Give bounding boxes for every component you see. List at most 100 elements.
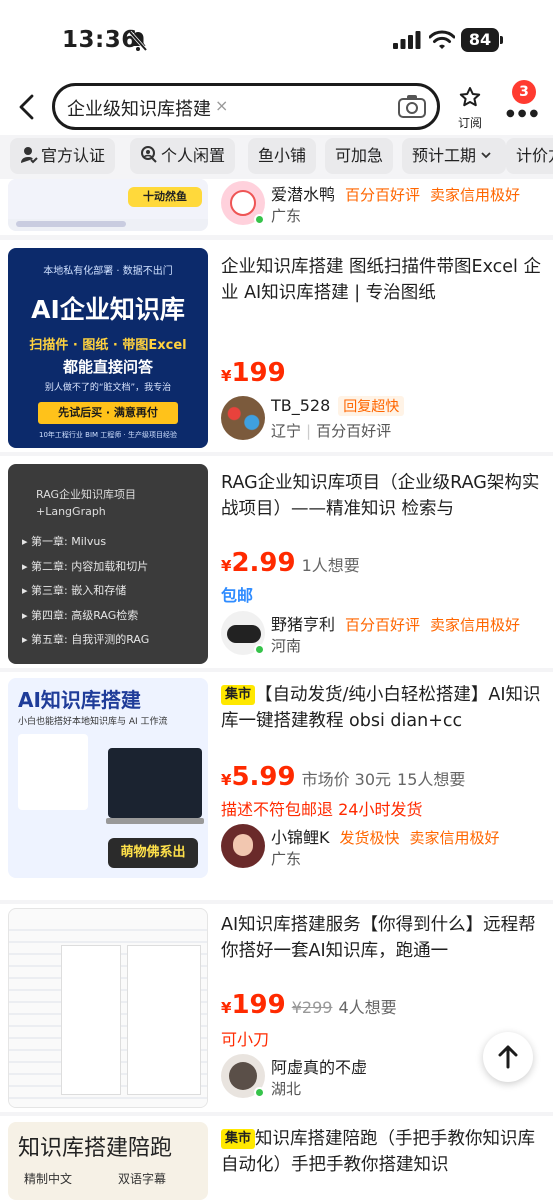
currency-symbol: ¥ (221, 557, 232, 575)
seller-tag: 卖家信用极好 (430, 186, 521, 204)
seller-tag: 回复超快 (338, 396, 405, 416)
seller-name: TB_528 回复超快 (271, 396, 405, 416)
thumbnail-title: RAG企业知识库项目 +LangGraph (36, 488, 137, 518)
currency-symbol: ¥ (221, 367, 232, 385)
seller-name: 阿虚真的不虚 (271, 1058, 368, 1077)
battery-indicator: 84 (461, 28, 503, 52)
filter-duration[interactable]: 预计工期 (402, 138, 507, 174)
status-bar: 13:36 84 (0, 0, 553, 80)
service-tags: 描述不符包邮退 24小时发货 (221, 800, 423, 819)
filter-label: 鱼小铺 (258, 146, 307, 165)
filter-urgent[interactable]: 可加急 (325, 138, 394, 174)
clock: 13:36 (62, 27, 138, 53)
price-value: 2.99 (231, 548, 296, 578)
back-to-top-button[interactable] (483, 1032, 533, 1082)
filter-pricing[interactable]: 计价方 (506, 138, 553, 174)
free-shipping-tag: 包邮 (221, 586, 254, 605)
item-title[interactable]: RAG企业知识库项目（企业级RAG架构实战项目）——精准知识 检索与 (221, 470, 547, 522)
item-thumbnail: RAG企业知识库项目 +LangGraph ▸ 第一章: Milvus ▸ 第二… (8, 464, 208, 664)
thumbnail-label: 十动然鱼 (128, 187, 202, 207)
seller-location: 辽宁 | 百分百好评 (271, 422, 392, 440)
market-badge: 集市 (221, 1129, 256, 1149)
chevron-down-icon (481, 152, 491, 159)
item-title[interactable]: 集市 【自动发货/纯小白轻松搭建】AI知识库一键搭建教程 obsi dian+cc (221, 682, 547, 734)
chapter-text: 第二章: 内容加载和切片 (31, 559, 149, 573)
price-value: 5.99 (231, 762, 296, 792)
seller-tag: 卖家信用极好 (430, 616, 521, 634)
title-text: 【自动发货/纯小白轻松搭建】AI知识库一键搭建教程 obsi dian+cc (221, 685, 541, 731)
item-title[interactable]: AI知识库搭建服务【你得到什么】远程帮你搭好一套AI知识库，跑通一 (221, 912, 547, 964)
avatar (221, 396, 265, 440)
filter-label: 预计工期 (412, 146, 477, 165)
seller-name: 小锦鲤K 发货极快 卖家信用极好 (271, 824, 500, 848)
thumbnail-text: 都能直接问答 (62, 358, 153, 376)
thumbnail-text: 10年工程行业 BIM 工程师 · 生产级项目经验 (39, 431, 177, 439)
arrow-up-icon (498, 1045, 518, 1069)
seller-location: 广东 (271, 850, 302, 868)
back-arrow-icon[interactable] (14, 92, 40, 122)
thumbnail-text: 本地私有化部署 · 数据不出门 (43, 266, 173, 277)
item-thumbnail (8, 908, 208, 1108)
want-count: 15人想要 (397, 770, 466, 789)
item-price: ¥199 ¥299 4人想要 (221, 990, 397, 1020)
clear-icon[interactable]: × (215, 96, 228, 115)
chapter-text: 第五章: 自我评测的RAG (31, 633, 150, 646)
seller-location: 广东 (271, 207, 302, 225)
item-thumbnail: AI知识库搭建 小白也能搭好本地知识库与 AI 工作流 萌物佛系出 (8, 678, 208, 878)
item-price: ¥199 (221, 358, 286, 388)
seller-tag: 发货极快 (339, 829, 400, 847)
more-dots-icon: ●●● (506, 108, 542, 119)
original-price: ¥299 (291, 998, 333, 1017)
item-title[interactable]: 集市 知识库搭建陪跑（手把手教你知识库自动化）手把手教你搭建知识 (221, 1126, 547, 1178)
subscribe-button[interactable]: 订阅 (452, 86, 488, 131)
list-item[interactable]: 知识库搭建陪跑 精制中文 双语字幕 集市 知识库搭建陪跑（手把手教你知识库自动化）… (0, 1116, 553, 1200)
person-check-icon (21, 147, 38, 164)
filter-bar: 官方认证 个人闲置 鱼小铺 可加急 预计工期 计价方 (0, 135, 553, 179)
location-text: 辽宁 (271, 422, 302, 440)
search-header: 企业级知识库搭建 × 订阅 ●●● 3 (0, 80, 553, 135)
seller-tag: 百分百好评 (345, 616, 421, 634)
list-item[interactable]: 十动然鱼 爱潜水鸭 百分百好评 卖家信用极好 广东 (0, 179, 553, 235)
list-item[interactable]: AI知识库搭建 小白也能搭好本地知识库与 AI 工作流 萌物佛系出 集市 【自动发… (0, 672, 553, 900)
search-input[interactable]: 企业级知识库搭建 × (52, 83, 440, 130)
list-item[interactable]: 本地私有化部署 · 数据不出门 AI企业知识库 扫描件 · 图纸 · 带图Exc… (0, 240, 553, 452)
item-price: ¥5.99 市场价 30元 15人想要 (221, 762, 465, 792)
wifi-icon (429, 30, 455, 49)
camera-icon[interactable] (397, 92, 427, 120)
seller-tag: 卖家信用极好 (409, 829, 500, 847)
list-item[interactable]: RAG企业知识库项目 +LangGraph ▸ 第一章: Milvus ▸ 第二… (0, 456, 553, 668)
avatar (221, 824, 265, 868)
thumbnail-sticker: 萌物佛系出 (108, 838, 198, 868)
rating-text: 百分百好评 (316, 422, 392, 440)
more-menu-button[interactable]: ●●● 3 (504, 80, 542, 124)
chapter-text: 第一章: Milvus (31, 535, 107, 548)
chapter-text: 第三章: 嵌入和存储 (31, 584, 127, 597)
chapter-item: ▸ 第二章: 内容加载和切片 (22, 559, 149, 573)
online-dot (254, 1087, 265, 1098)
bargain-tag: 可小刀 (221, 1030, 270, 1049)
seller-name-text: TB_528 (271, 396, 331, 415)
chapter-item: ▸ 第一章: Milvus (22, 535, 107, 548)
pin-star-icon (459, 87, 481, 107)
want-count: 4人想要 (338, 998, 397, 1017)
market-badge: 集市 (221, 685, 256, 705)
seller-tag: 百分百好评 (345, 186, 421, 204)
item-title[interactable]: 企业知识库搭建 图纸扫描件带图Excel 企业 AI知识库搭建 | 专治图纸 (221, 254, 547, 306)
filter-official[interactable]: 官方认证 (10, 138, 116, 174)
filter-personal[interactable]: 个人闲置 (130, 138, 236, 174)
market-price: 市场价 30元 (301, 770, 392, 789)
seller-name-text: 爱潜水鸭 (271, 185, 336, 204)
online-dot (254, 644, 265, 655)
thumbnail-text: 小白也能搭好本地知识库与 AI 工作流 (18, 717, 168, 727)
item-price: ¥2.99 1人想要 (221, 548, 360, 578)
thumbnail-title: 知识库搭建陪跑 (18, 1136, 173, 1161)
thumbnail-chapters: ▸ 第一章: Milvus ▸ 第二章: 内容加载和切片 ▸ 第三章: 嵌入和存… (22, 530, 149, 653)
filter-shop[interactable]: 鱼小铺 (248, 138, 317, 174)
chapter-text: 第四章: 高级RAG检索 (31, 608, 139, 622)
notification-badge: 3 (512, 80, 536, 104)
signal-icon (393, 31, 421, 49)
search-query[interactable]: 企业级知识库搭建 (67, 95, 211, 121)
want-count: 1人想要 (301, 556, 360, 575)
person-search-icon (141, 146, 157, 163)
list-item[interactable]: AI知识库搭建服务【你得到什么】远程帮你搭好一套AI知识库，跑通一 ¥199 ¥2… (0, 904, 553, 1112)
